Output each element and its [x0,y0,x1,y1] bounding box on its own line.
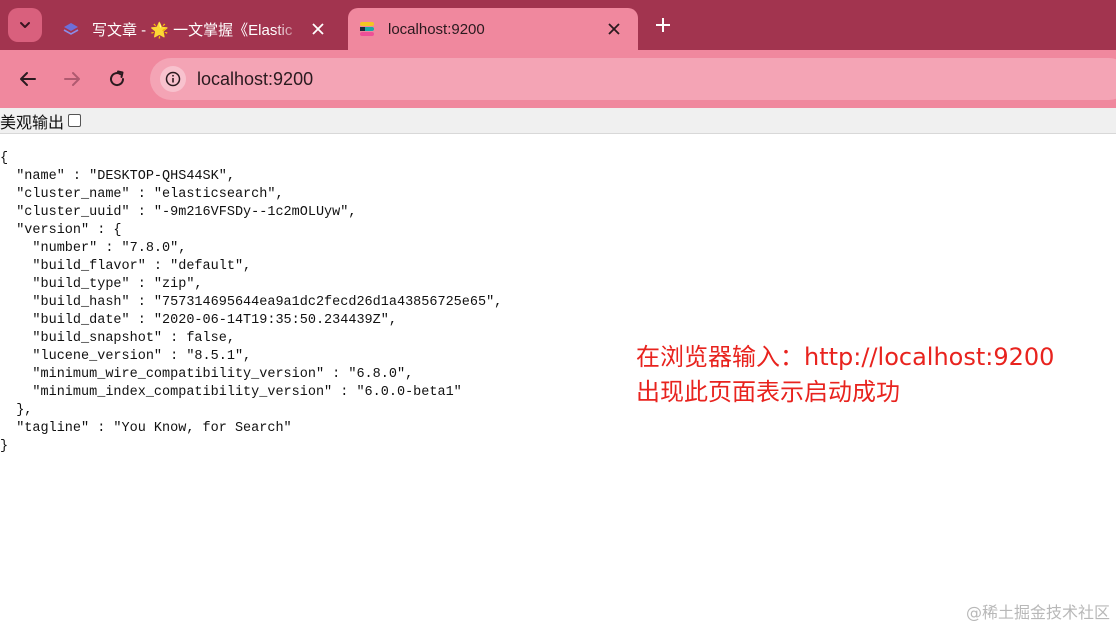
reload-button[interactable] [102,64,132,94]
tab-close-button[interactable] [308,19,328,39]
tab-write-article[interactable]: 写文章 - 🌟 一文掌握《Elastic [52,8,342,50]
tab-search-button[interactable] [8,8,42,42]
tab-close-button[interactable] [604,19,624,39]
annotation-line-2: 出现此页面表示启动成功 [636,378,900,406]
pretty-print-label: 美观输出 [0,112,65,132]
json-line: "minimum_index_compatibility_version" : … [0,385,462,400]
chevron-down-icon [20,22,30,28]
json-line: "build_flavor" : "default", [0,259,252,274]
tab-strip: 写文章 - 🌟 一文掌握《Elastic localhost:9200 [0,0,1116,50]
site-info-button[interactable] [160,66,186,92]
pretty-print-bar: 美观输出 [0,108,1116,134]
layers-icon [62,20,80,38]
browser-toolbar: localhost:9200 [0,50,1116,108]
plus-icon [656,18,670,32]
pretty-print-checkbox[interactable] [68,114,82,127]
annotation-text: 在浏览器输入：http://localhost:9200 出现此页面表示启动成功 [636,340,1054,410]
close-icon [608,23,620,35]
tab-title: 写文章 - 🌟 一文掌握《Elastic [92,21,293,39]
back-button[interactable] [13,64,43,94]
json-line: "build_date" : "2020-06-14T19:35:50.2344… [0,313,397,328]
json-line: } [0,439,9,454]
watermark: @稀土掘金技术社区 [965,603,1110,622]
json-line: { [0,151,9,166]
json-line: "tagline" : "You Know, for Search" [0,421,292,436]
json-line: "minimum_wire_compatibility_version" : "… [0,367,414,382]
json-line: "name" : "DESKTOP-QHS44SK", [0,169,235,184]
tab-title: localhost:9200 [388,20,485,38]
address-bar[interactable]: localhost:9200 [150,58,1116,100]
json-response: { "name" : "DESKTOP-QHS44SK", "cluster_n… [0,150,502,456]
forward-button[interactable] [57,64,87,94]
json-line: "number" : "7.8.0", [0,241,187,256]
reload-icon [110,70,125,87]
arrow-right-icon [64,72,80,86]
url-text[interactable]: localhost:9200 [197,69,313,90]
json-line: "lucene_version" : "8.5.1", [0,349,252,364]
tab-localhost[interactable]: localhost:9200 [348,8,638,50]
json-line: "cluster_uuid" : "-9m216VFSDy--1c2mOLUyw… [0,205,357,220]
info-icon [165,71,181,87]
close-icon [312,23,324,35]
arrow-left-icon [20,72,36,86]
json-line: }, [0,403,33,418]
new-tab-button[interactable] [652,14,674,36]
json-line: "cluster_name" : "elasticsearch", [0,187,284,202]
json-line: "version" : { [0,223,122,238]
json-line: "build_snapshot" : false, [0,331,235,346]
annotation-line-1: 在浏览器输入：http://localhost:9200 [636,343,1055,371]
json-line: "build_type" : "zip", [0,277,203,292]
elasticsearch-icon [358,20,376,38]
json-line: "build_hash" : "757314695644ea9a1dc2fecd… [0,295,503,310]
